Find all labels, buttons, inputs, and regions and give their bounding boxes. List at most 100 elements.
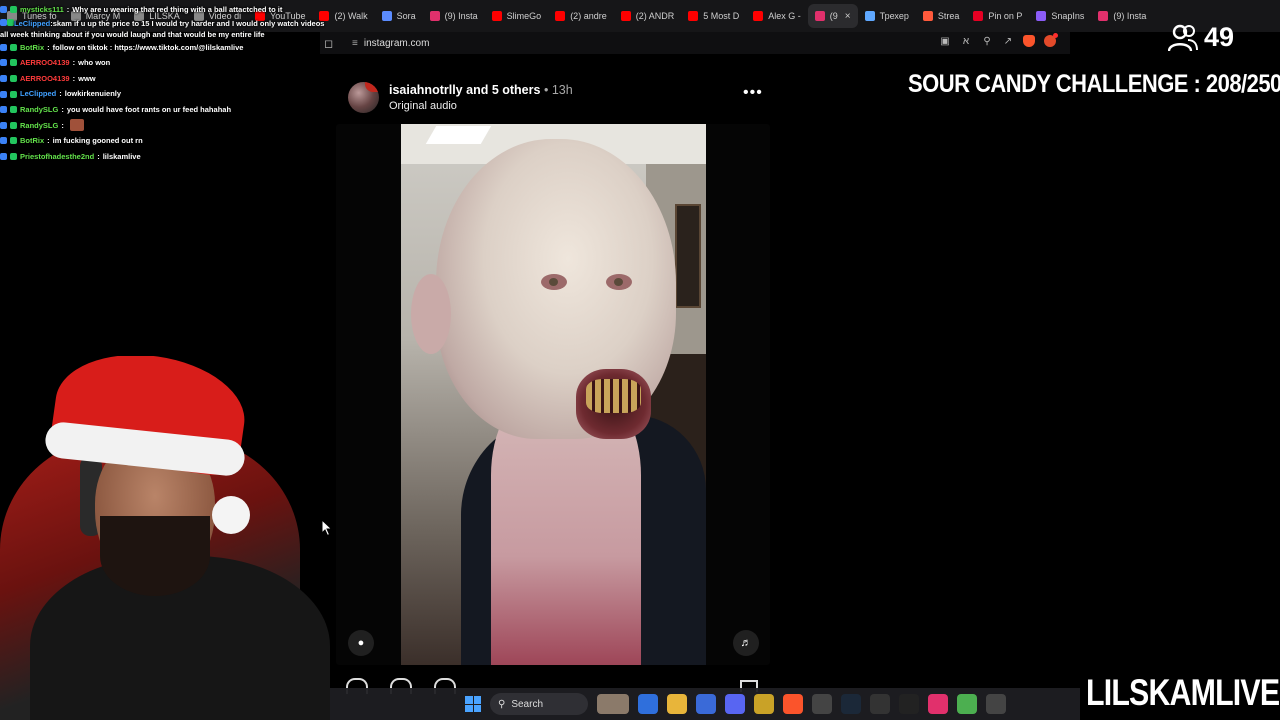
file-explorer-icon[interactable] [667, 694, 687, 714]
chat-badge-icon [10, 90, 17, 98]
tab-label: (9) Insta [444, 11, 478, 21]
chat-separator: : [61, 120, 64, 130]
chat-text: im fucking gooned out rn [52, 136, 143, 146]
tab-label: Alex G - [768, 11, 801, 21]
capcut-icon[interactable] [986, 694, 1006, 714]
taskbar-items: ⚲ Search [465, 688, 1006, 720]
tab-favicon-icon [922, 11, 933, 21]
time-separator: • [543, 83, 549, 97]
tab-favicon-icon [814, 11, 825, 21]
start-icon[interactable] [465, 696, 481, 712]
browser-tab[interactable]: (2) ANDR [614, 4, 682, 28]
share-icon[interactable]: ↗ [1002, 35, 1014, 47]
chat-username: LeClipped [20, 89, 57, 99]
chat-message: RandySLG: you would have foot rants on ur… [0, 102, 330, 118]
chat-text: follow on tiktok : https://www.tiktok.co… [52, 42, 244, 52]
brave-rewards-icon[interactable] [1044, 33, 1058, 47]
obs-icon[interactable] [812, 694, 832, 714]
browser-tab[interactable]: (2) andre [548, 4, 614, 28]
more-options-icon[interactable]: ••• [743, 84, 763, 102]
volume-icon[interactable]: ♬ [733, 630, 759, 656]
browser-tab[interactable]: (9 × [807, 4, 858, 28]
browser-tab[interactable]: Alex G - [746, 4, 808, 28]
browser-tab[interactable]: SnapIns [1029, 4, 1091, 28]
chat-username: RandySLG [20, 120, 59, 130]
video-app-icon[interactable] [899, 694, 919, 714]
audio-link[interactable]: Original audio [389, 100, 457, 112]
browser-tab[interactable]: Strea [916, 4, 967, 28]
chat-text: you would have foot rants on ur feed hah… [66, 104, 232, 114]
tab-label: (2) andre [570, 11, 607, 21]
chat-badge-icon [10, 75, 17, 83]
chat-separator: : [66, 5, 70, 14]
post-header: isaiahnotrlly and 5 others • 13h Origina… [348, 80, 768, 120]
tab-label: (2) ANDR [635, 11, 675, 21]
chat-text: lilskamlive [102, 151, 141, 161]
tagged-users-icon[interactable]: ● [348, 630, 374, 656]
reel-video[interactable]: ● ♬ [336, 124, 770, 665]
chat-badge-icon [0, 59, 7, 67]
chat-separator: : [72, 58, 76, 68]
mouse-cursor-icon [321, 519, 333, 537]
chat-badge-icon [0, 121, 7, 129]
taskbar-search[interactable]: ⚲ Search [490, 693, 588, 715]
browser-tab[interactable]: Sora [375, 4, 423, 28]
streamer-brand: LILSKAMLIVE [1086, 672, 1280, 713]
translate-icon[interactable]: א [960, 35, 972, 47]
tab-label: Трехер [879, 11, 909, 21]
tab-label: Pin on P [988, 11, 1023, 21]
webcam-overlay [0, 356, 340, 720]
chat-message: AERROO4139: who won [0, 55, 330, 71]
chat-text: www [78, 73, 96, 83]
stacked-app-icon[interactable] [957, 694, 977, 714]
tab-favicon-icon [753, 11, 764, 21]
tab-favicon-icon [381, 11, 392, 21]
widgets-icon[interactable] [597, 694, 629, 714]
screen-cast-icon[interactable]: ▣ [939, 35, 951, 47]
chat-badge-icon [0, 18, 7, 26]
store-icon[interactable] [696, 694, 716, 714]
chat-separator: : [61, 104, 64, 114]
chat-username: Priestofhadesthe2nd [20, 151, 95, 161]
chat-username: mysticks111 [20, 5, 64, 14]
chat-badge-icon [7, 18, 14, 26]
url-text[interactable]: instagram.com [364, 38, 430, 49]
post-author-line: isaiahnotrlly and 5 others • 13h [389, 83, 573, 97]
chat-message: AERROO4139: www [0, 71, 330, 87]
browser-tab[interactable]: SlimeGo [485, 4, 549, 28]
chat-username: AERROO4139 [20, 73, 70, 83]
zoom-icon[interactable]: ⚲ [981, 35, 993, 47]
chat-text: Why are u wearing that red thing with a … [72, 5, 283, 14]
chat-badge-icon [10, 106, 17, 114]
copilot-icon[interactable] [638, 694, 658, 714]
browser-tab[interactable]: (9) Insta [1091, 4, 1153, 28]
app-icon[interactable] [754, 694, 774, 714]
author-name[interactable]: isaiahnotrlly [389, 83, 463, 97]
chat-separator: : [47, 136, 50, 146]
tab-favicon-icon [688, 11, 699, 21]
chat-emote-icon [69, 119, 84, 132]
instagram-icon[interactable] [928, 694, 948, 714]
browser-tab[interactable]: 5 Most D [681, 4, 746, 28]
keyboard-app-icon[interactable] [870, 694, 890, 714]
chat-badge-icon [10, 137, 17, 145]
browser-tab[interactable]: (9) Insta [423, 4, 485, 28]
chat-badge-icon [0, 75, 7, 83]
address-bar[interactable]: ◻ ≡ instagram.com ▣ א ⚲ ↗ [320, 32, 1070, 54]
author-avatar[interactable] [348, 82, 379, 113]
site-settings-icon[interactable]: ≡ [352, 38, 358, 49]
brave-shields-icon[interactable] [1023, 35, 1035, 47]
chat-separator: : [72, 73, 76, 83]
brave-icon[interactable] [783, 694, 803, 714]
chat-username: BotRix [20, 42, 45, 52]
tab-label: Sora [396, 11, 416, 21]
tab-favicon-icon [973, 11, 984, 21]
steam-icon[interactable] [841, 694, 861, 714]
close-tab-icon[interactable]: × [845, 11, 851, 22]
discord-icon[interactable] [725, 694, 745, 714]
coauthors-link[interactable]: and 5 others [466, 83, 540, 97]
tab-label: SlimeGo [506, 11, 542, 21]
browser-tab[interactable]: Pin on P [966, 4, 1029, 28]
browser-tab[interactable]: Трехер [858, 4, 916, 28]
tab-label: SnapIns [1051, 11, 1085, 21]
